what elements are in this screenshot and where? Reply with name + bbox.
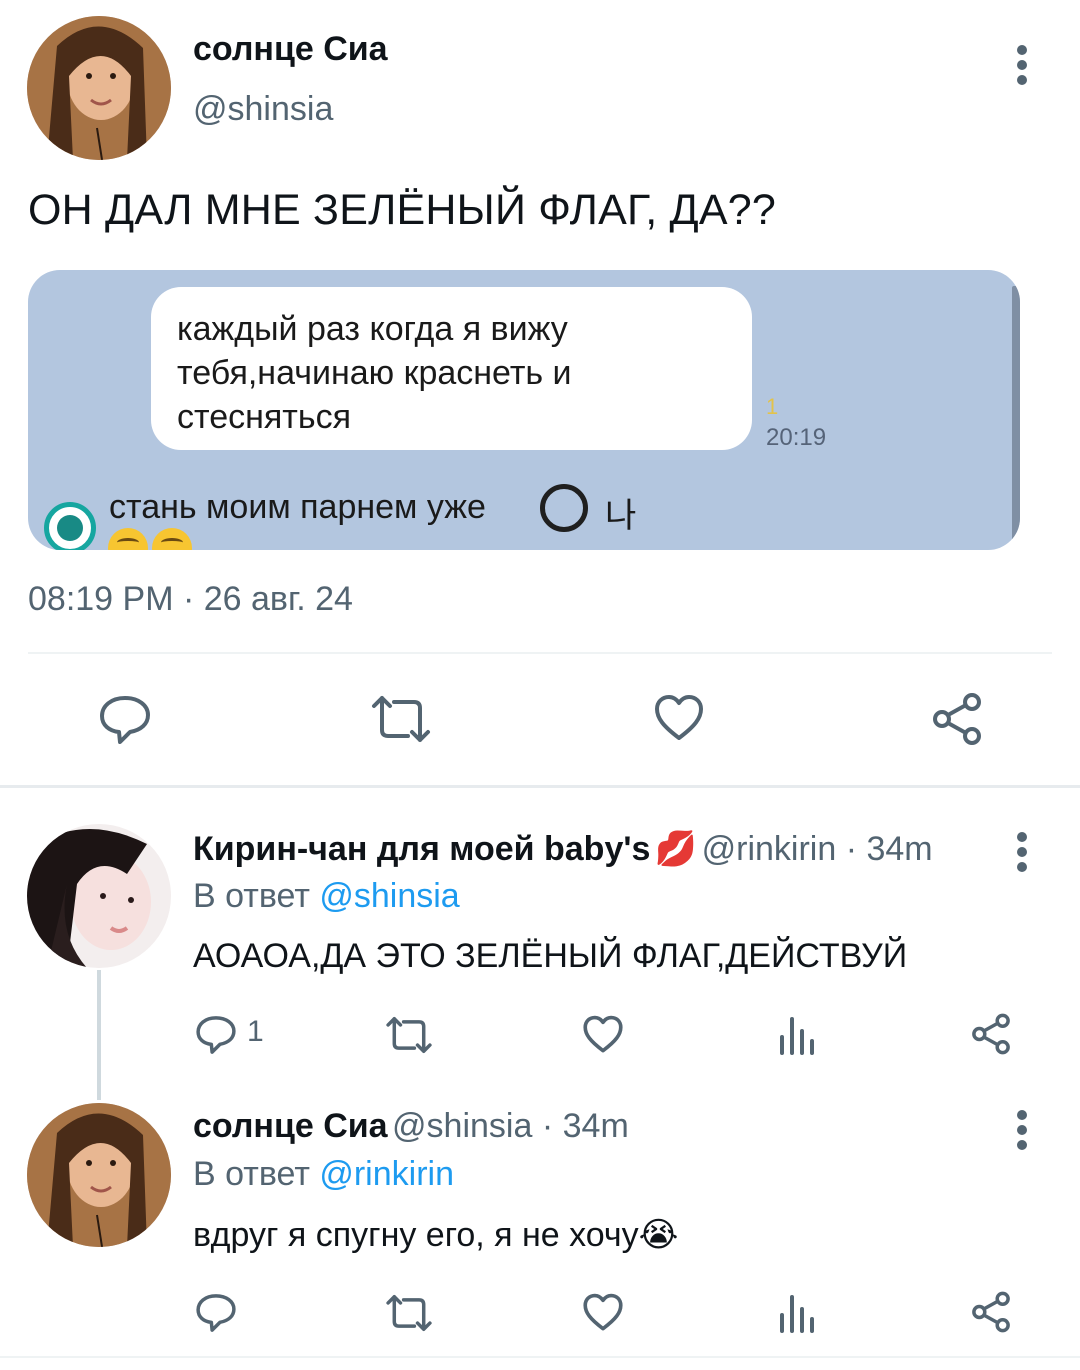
unread-count: 1: [766, 394, 779, 419]
reply-avatar[interactable]: [27, 1103, 171, 1247]
reply-avatar[interactable]: [27, 824, 171, 968]
crying-emoji-icon: [108, 528, 196, 550]
tweet-media-image[interactable]: каждый раз когда я вижу тебя,начинаю кра…: [28, 270, 1020, 550]
meta-separator: ·: [532, 1107, 563, 1145]
retweet-icon[interactable]: [385, 1015, 433, 1055]
reply-time[interactable]: 34m: [563, 1107, 629, 1145]
reply-to-line: В ответ @rinkirin: [193, 1155, 454, 1194]
reply-icon[interactable]: [195, 1014, 237, 1056]
thread-line: [97, 970, 101, 1100]
reply-author-handle[interactable]: @shinsia: [392, 1107, 532, 1145]
selected-option-text: стань моим парнем уже: [109, 488, 486, 526]
message-time: 20:19: [766, 424, 827, 451]
like-icon[interactable]: [582, 1293, 624, 1332]
tweet-timestamp[interactable]: 08:19 PM · 26 авг. 24: [28, 580, 353, 619]
reply-text: вдруг я спугну его, я не хочу😭: [193, 1215, 678, 1255]
reply-author-name[interactable]: солнце Сиа: [193, 1107, 388, 1145]
reply-text: АОАОА,ДА ЭТО ЗЕЛЁНЫЙ ФЛАГ,ДЕЙСТВУЙ: [193, 937, 908, 975]
reply-to-mention[interactable]: @shinsia: [319, 877, 459, 915]
like-icon[interactable]: [582, 1015, 624, 1054]
reply-to-prefix: В ответ: [193, 1155, 320, 1193]
divider: [28, 652, 1052, 654]
reply-header: солнце Сиа @shinsia · 34m: [193, 1107, 629, 1146]
radio-unselected-icon: [540, 484, 588, 532]
like-icon[interactable]: [653, 694, 705, 742]
analytics-icon[interactable]: [778, 1293, 816, 1333]
other-option-text: 나: [605, 497, 637, 535]
loudly-crying-emoji-icon: 😭: [638, 1216, 679, 1254]
divider: [0, 1356, 1080, 1358]
reply-text-body: вдруг я спугну его, я не хочу: [193, 1216, 639, 1254]
reply-icon[interactable]: [195, 1292, 237, 1334]
radio-selected-icon: [44, 502, 96, 550]
analytics-icon[interactable]: [778, 1015, 816, 1055]
chat-bubble: каждый раз когда я вижу тебя,начинаю кра…: [151, 287, 752, 450]
reply-time[interactable]: 34m: [866, 830, 932, 868]
retweet-icon[interactable]: [370, 694, 432, 744]
retweet-icon[interactable]: [385, 1293, 433, 1333]
author-avatar[interactable]: [27, 16, 171, 160]
more-options-icon[interactable]: [1015, 45, 1029, 85]
reply-to-mention[interactable]: @rinkirin: [319, 1155, 454, 1193]
reply-icon[interactable]: [98, 694, 152, 746]
meta-separator: ·: [836, 830, 867, 868]
kiss-emoji-icon: 💋: [654, 830, 698, 868]
reply-to-prefix: В ответ: [193, 877, 320, 915]
more-options-icon[interactable]: [1015, 832, 1029, 872]
reply-header: Кирин-чан для моей baby's 💋 @rinkirin · …: [193, 829, 933, 869]
media-scrollbar: [1012, 286, 1020, 550]
tweet-text: ОН ДАЛ МНЕ ЗЕЛЁНЫЙ ФЛАГ, ДА??: [28, 186, 776, 234]
reply-count: 1: [247, 1015, 264, 1048]
share-icon[interactable]: [930, 692, 984, 746]
reply-author-name[interactable]: Кирин-чан для моей baby's: [193, 830, 650, 868]
author-handle[interactable]: @shinsia: [193, 90, 333, 129]
author-name[interactable]: солнце Сиа: [193, 30, 388, 69]
reply-to-line: В ответ @shinsia: [193, 877, 460, 916]
share-icon[interactable]: [970, 1291, 1012, 1333]
more-options-icon[interactable]: [1015, 1110, 1029, 1150]
section-divider: [0, 785, 1080, 788]
reply-author-handle[interactable]: @rinkirin: [702, 830, 837, 868]
share-icon[interactable]: [970, 1013, 1012, 1055]
